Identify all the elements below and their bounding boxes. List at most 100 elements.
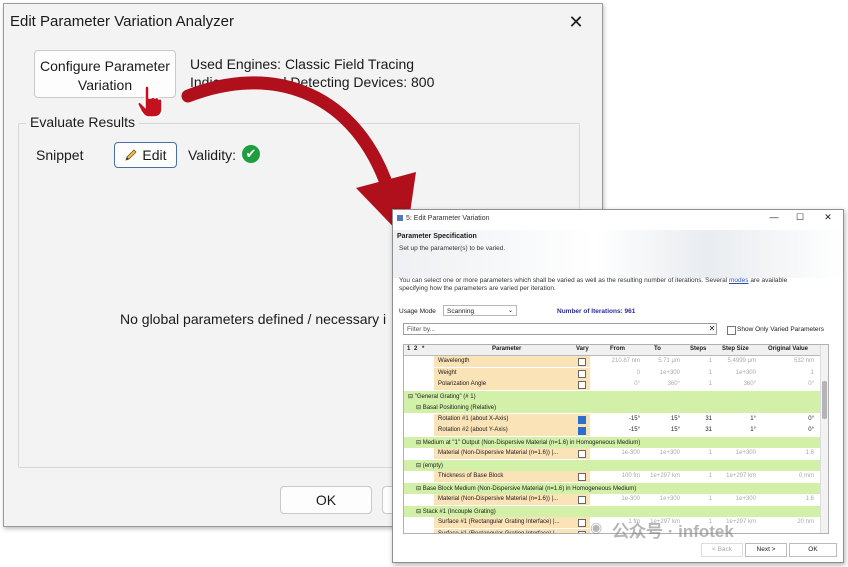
cell-orig[interactable]: 0°: [808, 381, 814, 387]
cell-step[interactable]: 360°: [744, 381, 756, 387]
chevron-down-icon: ⌄: [507, 308, 513, 314]
group-row[interactable]: ⊟ (empty): [404, 459, 828, 471]
modes-link[interactable]: modes: [729, 277, 749, 284]
cell-to[interactable]: 15°: [671, 416, 680, 422]
group-row[interactable]: ⊟ "General Grating" (# 1): [404, 390, 828, 402]
usage-mode-select[interactable]: Scanning ⌄: [443, 305, 517, 316]
cell-to[interactable]: 1e+300: [660, 450, 680, 456]
edit-snippet-button[interactable]: Edit: [114, 142, 177, 168]
cell-orig[interactable]: 532 nm: [794, 358, 814, 364]
cell-from[interactable]: 1e-300: [621, 496, 640, 502]
cell-step[interactable]: 1e+297 km: [726, 473, 756, 479]
cell-steps[interactable]: 1: [709, 473, 712, 479]
header-subtitle: Set up the parameter(s) to be varied.: [399, 245, 506, 252]
close-icon[interactable]: ✕: [821, 212, 835, 223]
col-star[interactable]: *: [422, 346, 424, 352]
table-scrollbar[interactable]: [820, 345, 828, 533]
col-original-value[interactable]: Original Value: [768, 346, 808, 352]
cell-to[interactable]: 5.71 µm: [658, 358, 680, 364]
cell-orig[interactable]: 0°: [808, 427, 814, 433]
maximize-icon[interactable]: ☐: [793, 212, 807, 223]
table-row[interactable]: Wavelength 210.87 nm 5.71 µm 1 5.4999 µm 532 …: [404, 356, 828, 367]
parameter-name: Surface #1 (Rectangular Grating Interfac…: [438, 530, 560, 534]
vary-checkbox[interactable]: [578, 496, 586, 504]
ok-button[interactable]: OK: [789, 543, 837, 557]
show-only-varied-label: Show Only Varied Parameters: [737, 326, 824, 333]
group-row[interactable]: ⊟ Stack #1 (Incouple Grating): [404, 505, 828, 517]
cell-step[interactable]: 1°: [750, 416, 756, 422]
vary-checkbox[interactable]: [578, 358, 586, 366]
vary-checkbox[interactable]: [578, 450, 586, 458]
col-from[interactable]: From: [610, 346, 625, 352]
ok-button[interactable]: OK: [280, 486, 372, 514]
vary-checkbox[interactable]: [578, 473, 586, 481]
cell-from[interactable]: -15°: [629, 427, 640, 433]
cell-orig[interactable]: 20 nm: [797, 519, 814, 525]
cell-from[interactable]: 210.87 nm: [612, 358, 640, 364]
vary-checkbox[interactable]: [578, 369, 586, 378]
cell-to[interactable]: 1e+297 km: [650, 473, 680, 479]
group-label: ⊟ Medium at "1" Output (Non-Dispersive M…: [416, 439, 641, 446]
col-to[interactable]: To: [654, 346, 661, 352]
cell-step[interactable]: 1e+300: [736, 450, 756, 456]
cell-step[interactable]: 5.4999 µm: [728, 358, 756, 364]
filter-input[interactable]: Filter by...: [403, 323, 717, 335]
table-row[interactable]: Rotation #2 (about Y-Axis) -15° 15° 31 1° 0°: [404, 425, 828, 436]
col-2[interactable]: 2: [414, 346, 417, 352]
minimize-icon[interactable]: —: [767, 212, 781, 222]
col-vary[interactable]: Vary: [576, 346, 589, 352]
col-steps[interactable]: Steps: [690, 346, 706, 352]
cell-step[interactable]: 1e+300: [736, 496, 756, 502]
cell-step[interactable]: 1e+300: [736, 370, 756, 376]
snippet-label: Snippet: [36, 147, 84, 163]
cell-to[interactable]: 1e+300: [660, 496, 680, 502]
table-row[interactable]: Material (Non-Dispersive Material (n=1.6…: [404, 448, 828, 459]
cell-from[interactable]: 0: [637, 370, 640, 376]
vary-checkbox[interactable]: [578, 415, 586, 424]
cell-orig[interactable]: 1: [811, 370, 814, 376]
cell-to[interactable]: 15°: [671, 427, 680, 433]
next-button[interactable]: Next >: [745, 543, 787, 557]
cell-from[interactable]: 1e-300: [621, 450, 640, 456]
table-row[interactable]: Polarization Angle 0° 360° 1 360° 0°: [404, 379, 828, 390]
clear-filter-icon[interactable]: ✕: [707, 323, 717, 335]
table-row[interactable]: Material (Non-Dispersive Material (n=1.6…: [404, 494, 828, 505]
pencil-icon: [124, 143, 138, 167]
cell-from[interactable]: 0°: [634, 381, 640, 387]
col-parameter[interactable]: Parameter: [492, 346, 521, 352]
cell-to[interactable]: 360°: [668, 381, 680, 387]
col-1[interactable]: 1: [407, 346, 410, 352]
cell-steps[interactable]: 1: [709, 381, 712, 387]
table-row[interactable]: Weight 0 1e+300 1 1e+300 1: [404, 367, 828, 379]
header-title: Parameter Specification: [397, 233, 477, 240]
cell-orig[interactable]: 1.6: [806, 450, 814, 456]
cell-from[interactable]: 100 fm: [622, 473, 640, 479]
scrollbar-thumb[interactable]: [822, 381, 827, 419]
cell-step[interactable]: 1°: [750, 427, 756, 433]
cell-from[interactable]: -15°: [629, 416, 640, 422]
col-step-size[interactable]: Step Size: [722, 346, 749, 352]
group-row[interactable]: ⊟ Basal Positioning (Relative): [404, 402, 828, 413]
cell-steps[interactable]: 1: [709, 496, 712, 502]
cell-orig[interactable]: 0°: [808, 416, 814, 422]
parameter-name: Surface #1 (Rectangular Grating Interfac…: [438, 519, 560, 525]
table-row[interactable]: Thickness of Base Block 100 fm 1e+297 km 1 1…: [404, 471, 828, 482]
cell-steps[interactable]: 1: [709, 358, 712, 364]
cell-steps[interactable]: 1: [709, 450, 712, 456]
cell-steps[interactable]: 31: [705, 416, 712, 422]
group-row[interactable]: ⊟ Base Block Medium (Non-Dispersive Mate…: [404, 482, 828, 494]
back-button[interactable]: < Back: [701, 543, 743, 557]
show-only-varied-checkbox[interactable]: [727, 326, 736, 335]
vary-checkbox[interactable]: [578, 519, 586, 527]
vary-checkbox[interactable]: [578, 381, 586, 389]
cell-steps[interactable]: 1: [709, 370, 712, 376]
cell-to[interactable]: 1e+300: [660, 370, 680, 376]
group-row[interactable]: ⊟ Medium at "1" Output (Non-Dispersive M…: [404, 436, 828, 448]
cell-orig[interactable]: 0 mm: [799, 473, 814, 479]
cell-orig[interactable]: 1.6: [806, 496, 814, 502]
cell-steps[interactable]: 31: [705, 427, 712, 433]
close-icon[interactable]: ✕: [564, 10, 588, 34]
table-row[interactable]: Rotation #1 (about X-Axis) -15° 15° 31 1° 0°: [404, 413, 828, 425]
vary-checkbox[interactable]: [578, 530, 586, 533]
vary-checkbox[interactable]: [578, 427, 586, 435]
